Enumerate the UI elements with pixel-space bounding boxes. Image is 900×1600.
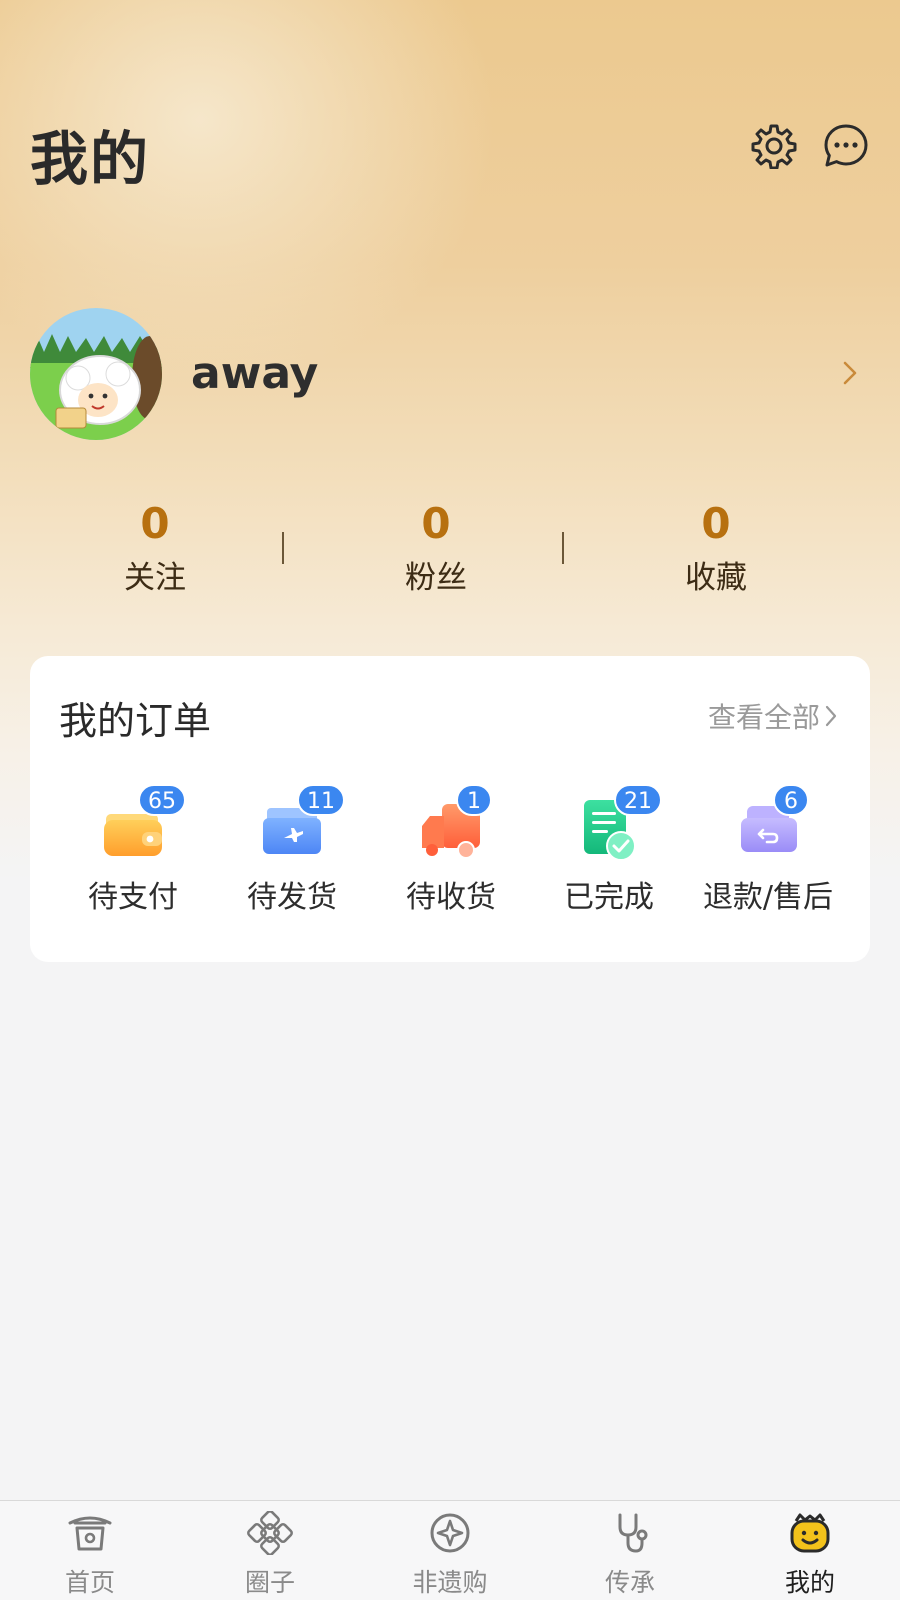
order-status-refund[interactable]: 6 退款/售后 [689,776,847,936]
username: away [191,348,319,399]
chinese-knot-icon [247,1511,293,1555]
profile-row[interactable]: away [30,308,870,440]
tiger-face-icon [790,1513,830,1553]
tab-mine-label: 我的 [784,1568,835,1597]
stat-favorites[interactable]: 0 收藏 [636,495,796,601]
stat-fans-label: 粉丝 [405,560,467,596]
completed-count-badge: 21 [614,784,662,816]
stat-divider [282,532,284,564]
stat-favorites-label: 收藏 [685,560,747,596]
tab-circle[interactable]: 圈子 [180,1501,360,1600]
chat-bubble-icon [824,124,868,167]
chevron-right-icon [843,361,857,385]
tab-heritage-shop[interactable]: 非遗购 [360,1501,540,1600]
stat-favorites-value: 0 [701,499,731,548]
pending-receipt-count-badge: 1 [456,784,492,816]
tab-home-label: 首页 [64,1568,115,1597]
orders-title: 我的订单 [59,699,212,743]
order-status-label: 退款/售后 [702,880,834,915]
compass-star-icon [430,1513,470,1553]
stat-fans[interactable]: 0 粉丝 [356,495,516,601]
stat-following-label: 关注 [124,560,186,596]
pending-shipment-count-badge: 11 [297,784,345,816]
gear-icon [751,124,797,169]
stats-bar: 0 关注 0 粉丝 0 收藏 [0,495,900,605]
stat-following-value: 0 [140,499,170,548]
pending-payment-count-badge: 65 [138,784,186,816]
stat-fans-value: 0 [421,499,451,548]
tab-mine[interactable]: 我的 [720,1501,900,1600]
order-status-pending-shipment[interactable]: 11 待发货 [213,776,371,936]
order-status-label: 已完成 [564,880,654,915]
bottom-tab-bar: 首页 圈子 非遗购 传承 我的 [0,1500,900,1600]
tab-inheritance-label: 传承 [604,1568,655,1597]
pavilion-icon [68,1516,112,1551]
refund-count-badge: 6 [773,784,809,816]
view-all-orders-link[interactable]: 查看全部 [708,696,838,736]
avatar[interactable] [30,308,162,440]
order-status-label: 待发货 [247,880,337,915]
settings-button[interactable] [750,122,798,170]
page-title: 我的 [30,125,151,193]
order-status-pending-payment[interactable]: 65 待支付 [54,776,212,936]
tab-circle-label: 圈子 [244,1568,295,1597]
stat-divider [562,532,564,564]
tab-home[interactable]: 首页 [0,1501,180,1600]
orders-card: 我的订单 查看全部 65 待支付 11 待发货 1 待收货 21 已完成 6 退… [30,656,870,962]
order-status-label: 待支付 [88,880,178,915]
stethoscope-icon [618,1513,648,1553]
stat-following[interactable]: 0 关注 [75,495,235,601]
order-status-label: 待收货 [406,880,496,915]
tab-heritage-shop-label: 非遗购 [412,1568,488,1597]
message-button[interactable] [822,122,870,170]
view-all-label: 查看全部 [707,701,820,734]
order-status-completed[interactable]: 21 已完成 [530,776,688,936]
chevron-right-icon [825,705,837,727]
order-status-list: 65 待支付 11 待发货 1 待收货 21 已完成 6 退款/售后 [30,776,870,936]
tab-inheritance[interactable]: 传承 [540,1501,720,1600]
order-status-pending-receipt[interactable]: 1 待收货 [372,776,530,936]
